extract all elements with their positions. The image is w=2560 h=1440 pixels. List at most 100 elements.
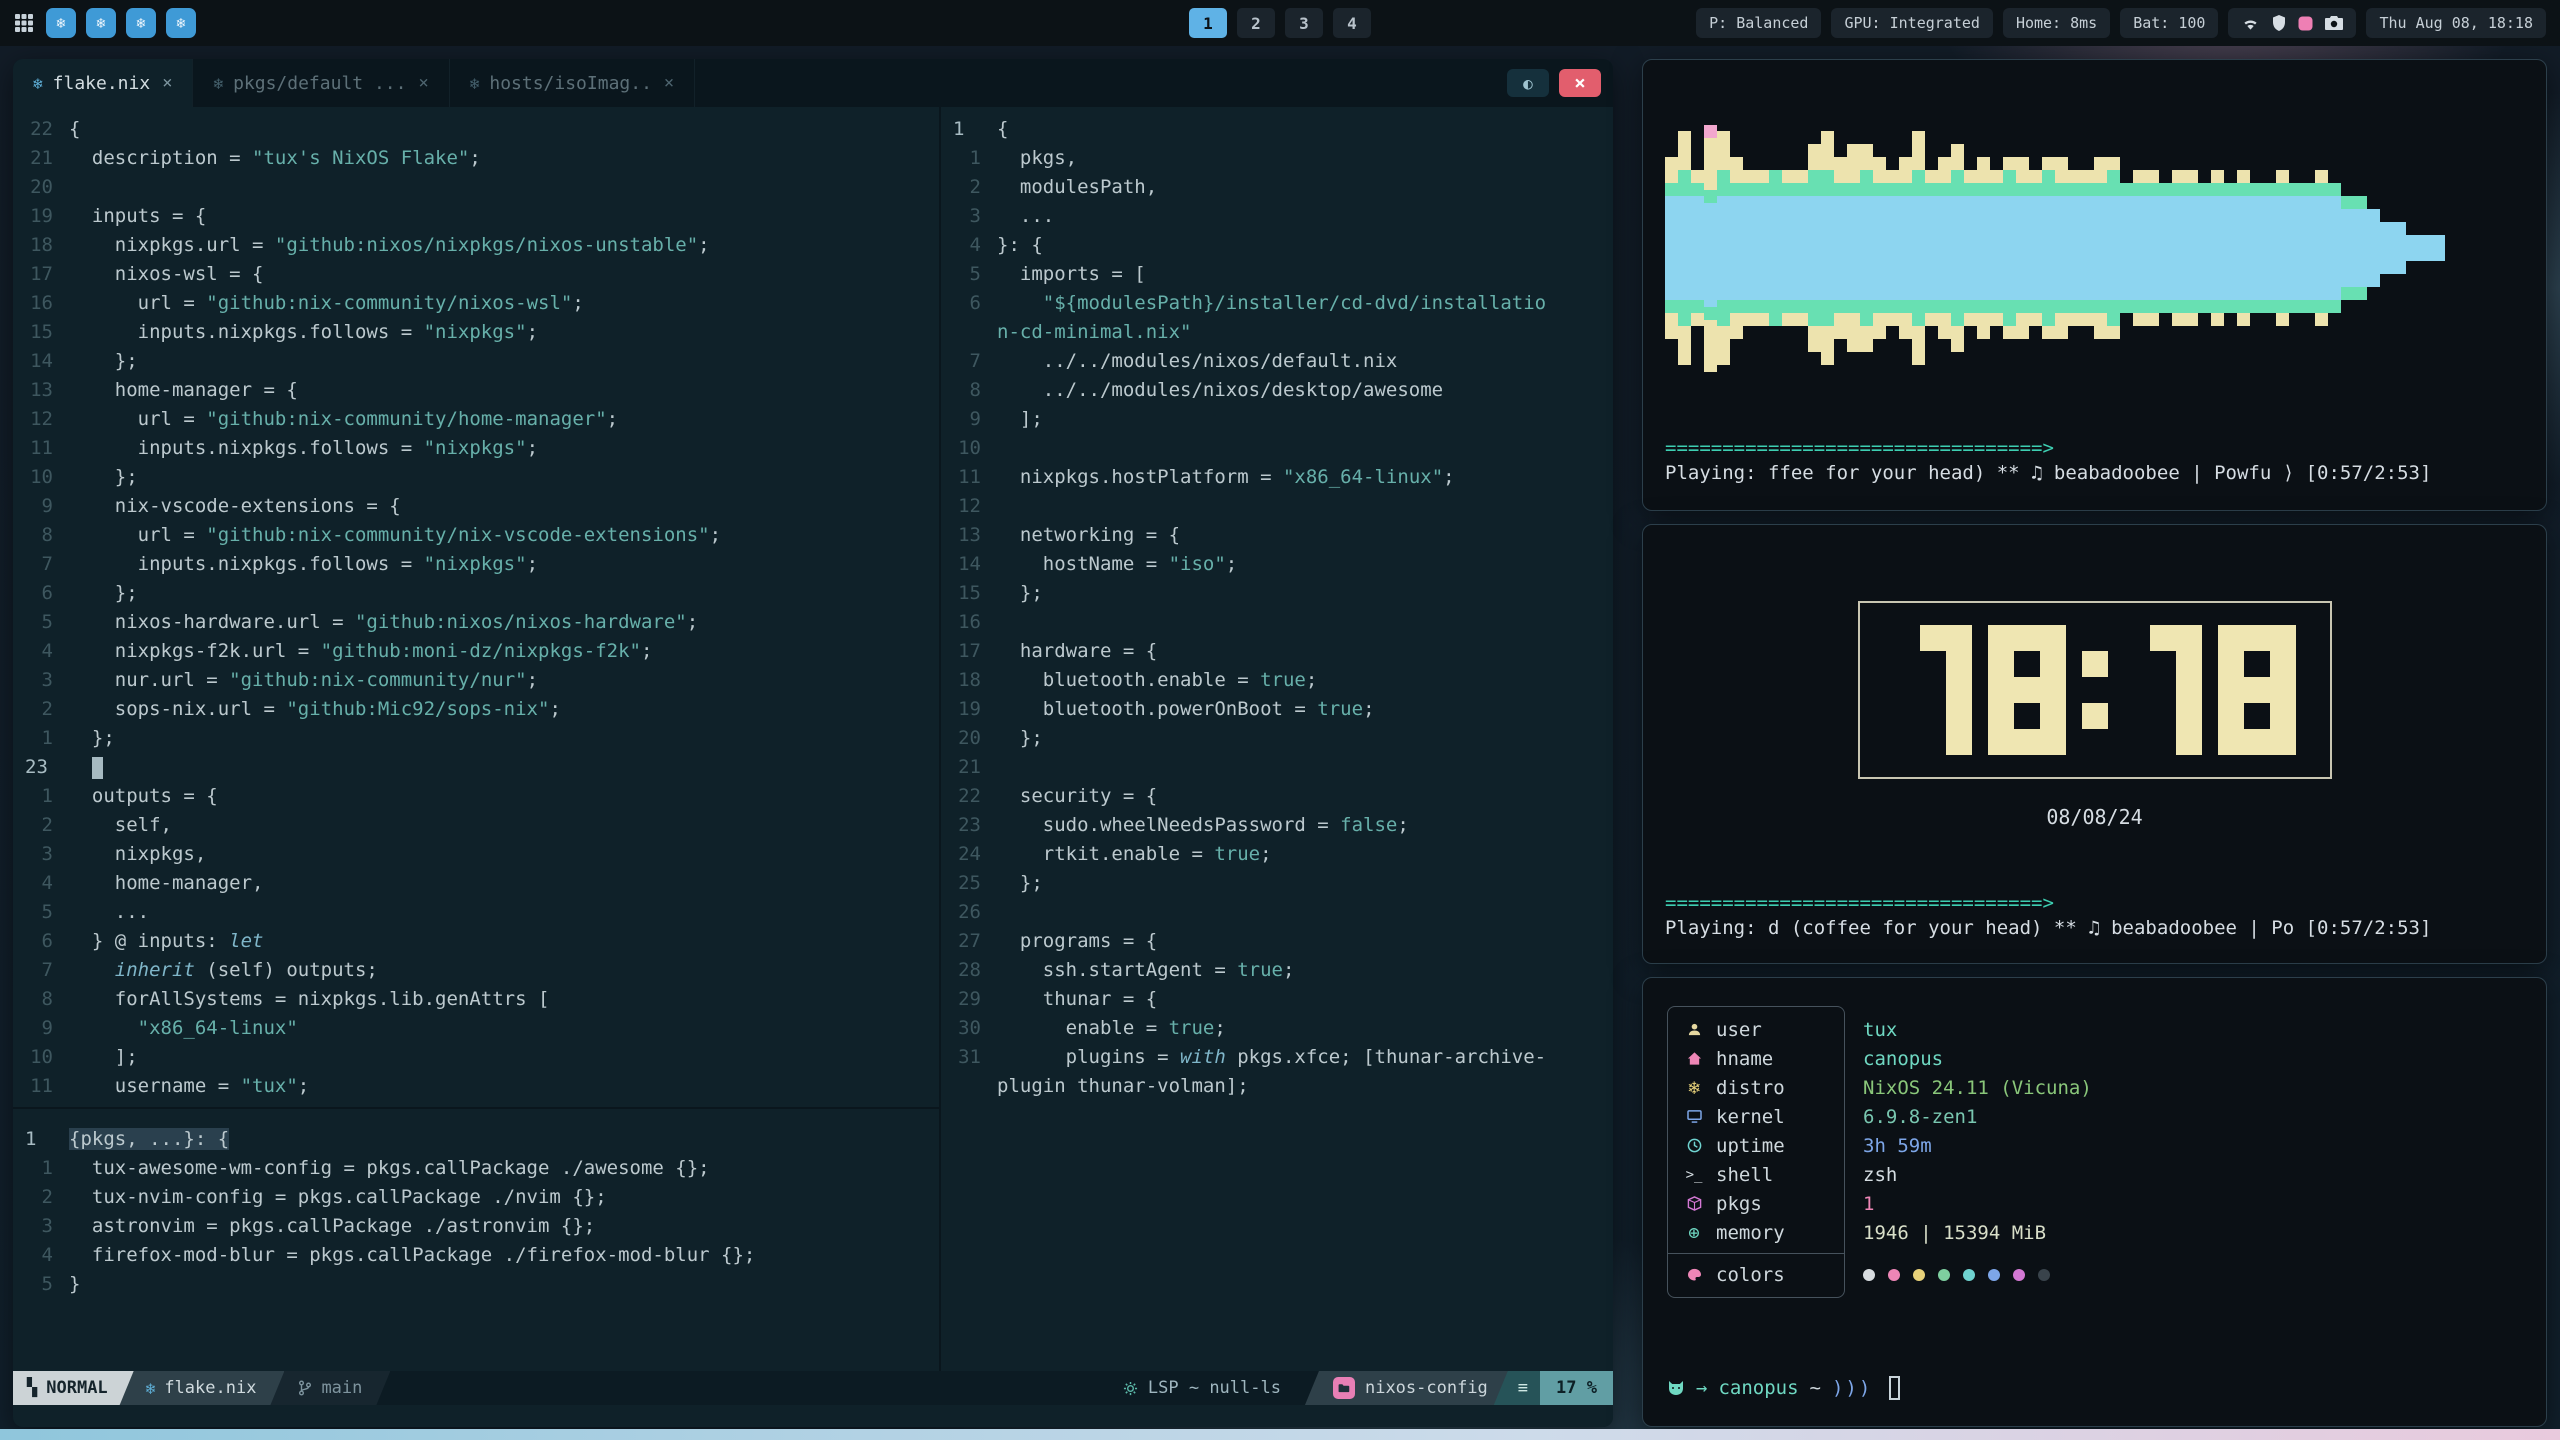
hostname-icon [1684, 1051, 1704, 1066]
power-profile-label: P: Balanced [1709, 14, 1808, 32]
code-line: 11 username = "tux"; [13, 1072, 939, 1101]
fetch-row-pkgs: pkgs [1668, 1189, 1844, 1218]
wifi-icon[interactable] [2241, 16, 2260, 31]
theme-toggle-button[interactable]: ◐ [1507, 69, 1549, 97]
line-number: 7 [13, 550, 69, 579]
workspace-button-3[interactable]: 3 [1285, 8, 1323, 38]
code-line: 15 }; [941, 579, 1613, 608]
close-icon: × [1574, 72, 1585, 94]
pane-pkgs-default-nix[interactable]: 1{pkgs, ...}: {1 tux-awesome-wm-config =… [13, 1109, 939, 1371]
visualizer-bar [2068, 170, 2081, 326]
clock-terminal[interactable]: 08/08/24 ===============================… [1642, 524, 2547, 964]
line-number: 3 [13, 1212, 69, 1241]
code-line: 9 ]; [941, 405, 1613, 434]
fetch-label: kernel [1716, 1106, 1785, 1128]
clock-digit [1988, 625, 2066, 755]
camera-icon[interactable] [2325, 16, 2343, 30]
code-text: } @ inputs: let [69, 927, 263, 956]
nix-tag-icon[interactable]: ❄ [86, 8, 116, 38]
visualizer-bar [1821, 131, 1834, 365]
visualizer-bar [2094, 157, 2107, 339]
fetch-terminal[interactable]: userhname❄distrokerneluptime>_shellpkgs⊕… [1642, 977, 2547, 1427]
tag-icon-list: ❄ ❄ ❄ ❄ [46, 8, 196, 38]
visualizer-bar [2406, 235, 2419, 261]
shell-prompt[interactable]: → canopus ~ ))) [1667, 1376, 1900, 1400]
code-line: 27 programs = { [941, 927, 1613, 956]
tab-close-icon[interactable]: × [664, 73, 674, 93]
code-text: }; [69, 724, 115, 753]
workspace-button-4[interactable]: 4 [1333, 8, 1371, 38]
line-number: 6 [13, 579, 69, 608]
palette-dot [2038, 1269, 2050, 1281]
visualizer-bar [2003, 157, 2016, 339]
line-number: 15 [13, 318, 69, 347]
code-text: inputs.nixpkgs.follows = "nixpkgs"; [69, 434, 538, 463]
editor-tab-pkgs-default-[interactable]: ❄pkgs/default ...× [193, 59, 449, 107]
code-line: 10 }; [13, 463, 939, 492]
fetch-output: userhname❄distrokerneluptime>_shellpkgs⊕… [1667, 1006, 2092, 1298]
line-number: 27 [941, 927, 997, 956]
code-line: 25 }; [941, 869, 1613, 898]
visualizer-terminal[interactable]: =================================> Playi… [1642, 59, 2547, 511]
code-line: 11 inputs.nixpkgs.follows = "nixpkgs"; [13, 434, 939, 463]
code-text: sops-nix.url = "github:Mic92/sops-nix"; [69, 695, 561, 724]
nix-tag-icon[interactable]: ❄ [126, 8, 156, 38]
code-line: n-cd-minimal.nix" [941, 318, 1613, 347]
close-window-button[interactable]: × [1559, 69, 1601, 97]
packages-icon [1684, 1196, 1704, 1211]
editor-window[interactable]: ❄flake.nix×❄pkgs/default ...×❄hosts/isoI… [13, 59, 1613, 1427]
shield-icon[interactable] [2272, 15, 2286, 31]
workspace-button-1[interactable]: 1 [1189, 8, 1227, 38]
code-line: 20 [13, 173, 939, 202]
workspace-button-2[interactable]: 2 [1237, 8, 1275, 38]
spacer [1863, 1247, 2092, 1260]
file-indicator: ❄flake.nix [120, 1371, 285, 1405]
pane-flake-nix[interactable]: 22{21 description = "tux's NixOS Flake";… [13, 107, 939, 1107]
pane-iso-image-nix[interactable]: 1{1 pkgs,2 modulesPath,3 ...4}: {5 impor… [941, 107, 1613, 1371]
fetch-value-memory: 1946 | 15394 MiB [1863, 1218, 2092, 1247]
code-text: }; [997, 724, 1043, 753]
statusline: ▚NORMAL ❄flake.nix main LSP ~ null-ls ni… [13, 1371, 1613, 1405]
text-cursor [92, 757, 103, 779]
code-line: 10 ]; [13, 1043, 939, 1072]
power-profile-status: P: Balanced [1696, 8, 1821, 38]
code-line: 13 home-manager = { [13, 376, 939, 405]
git-branch-icon [298, 1380, 312, 1396]
code-text: bluetooth.powerOnBoot = true; [997, 695, 1375, 724]
nix-tag-icon[interactable]: ❄ [46, 8, 76, 38]
record-icon[interactable] [2298, 16, 2313, 31]
nix-tag-icon[interactable]: ❄ [166, 8, 196, 38]
tab-close-icon[interactable]: × [418, 73, 428, 93]
code-line: 12 url = "github:nix-community/home-mana… [13, 405, 939, 434]
editor-tab-hosts-isoimag-[interactable]: ❄hosts/isoImag..× [450, 59, 695, 107]
visualizer-bar [1925, 170, 1938, 326]
code-text: username = "tux"; [69, 1072, 309, 1101]
tab-close-icon[interactable]: × [162, 73, 172, 93]
fetch-row-distro: ❄distro [1668, 1073, 1844, 1102]
code-text: url = "github:nix-community/home-manager… [69, 405, 618, 434]
line-number: 2 [13, 695, 69, 724]
audio-visualizer [1665, 112, 2445, 384]
code-text: rtkit.enable = true; [997, 840, 1272, 869]
line-number: 22 [13, 115, 69, 144]
code-text: nur.url = "github:nix-community/nur"; [69, 666, 538, 695]
editor-tab-flake-nix[interactable]: ❄flake.nix× [13, 59, 193, 107]
line-number: 8 [13, 521, 69, 550]
code-text: nixpkgs, [69, 840, 206, 869]
statusline-left: ▚NORMAL ❄flake.nix main [13, 1371, 390, 1405]
code-text: { [69, 115, 80, 144]
line-number: 4 [13, 637, 69, 666]
app-grid-icon[interactable] [14, 13, 34, 33]
clock-date: 08/08/24 [1643, 805, 2546, 829]
git-branch-indicator: main [270, 1371, 390, 1405]
code-text: imports = [ [997, 260, 1146, 289]
code-line: 5 nixos-hardware.url = "github:nixos/nix… [13, 608, 939, 637]
code-line: 5 ... [13, 898, 939, 927]
visualizer-bar [1808, 144, 1821, 352]
code-line: 5 imports = [ [941, 260, 1613, 289]
line-number: 19 [941, 695, 997, 724]
fetch-label: memory [1716, 1222, 1785, 1244]
command-line[interactable] [13, 1405, 1613, 1427]
line-number: 10 [13, 1043, 69, 1072]
line-number: 1 [13, 782, 69, 811]
